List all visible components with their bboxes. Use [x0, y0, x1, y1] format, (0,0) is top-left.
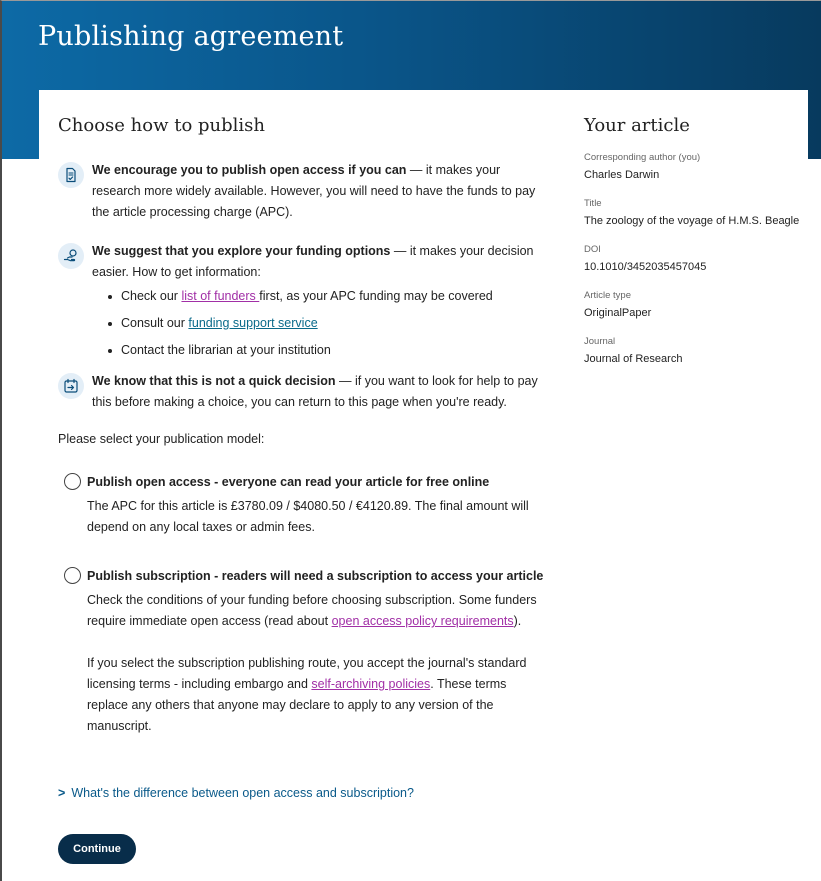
- info-block-open-access: We encourage you to publish open access …: [58, 160, 538, 223]
- difference-disclosure[interactable]: > What's the difference between open acce…: [58, 786, 414, 800]
- meta-value: Journal of Research: [584, 353, 683, 365]
- meta-label: DOI: [584, 244, 601, 255]
- info-bold: We encourage you to publish open access …: [92, 163, 407, 177]
- funding-options-list: Check our list of funders first, as your…: [92, 283, 538, 364]
- option-description: The APC for this article is £3780.09 / $…: [87, 496, 538, 538]
- list-item-text: Check our: [121, 289, 182, 303]
- meta-label: Corresponding author (you): [584, 152, 701, 163]
- list-item-text: Contact the librarian at your institutio…: [121, 343, 331, 357]
- list-item: Contact the librarian at your institutio…: [92, 337, 538, 364]
- option-body-text: The APC for this article is £3780.09 / $…: [87, 499, 529, 534]
- list-item-text: Consult our: [121, 316, 189, 330]
- list-of-funders-link[interactable]: list of funders: [181, 289, 259, 303]
- self-archiving-policies-link[interactable]: self-archiving policies: [311, 677, 430, 691]
- info-text: We suggest that you explore your funding…: [92, 241, 538, 364]
- meta-value: OriginalPaper: [584, 307, 652, 319]
- sidebar-heading: Your article: [584, 115, 690, 136]
- info-text: We encourage you to publish open access …: [92, 160, 538, 223]
- meta-article-type: Article type OriginalPaper: [584, 289, 804, 321]
- info-bold: We know that this is not a quick decisio…: [92, 374, 336, 388]
- meta-label: Article type: [584, 290, 631, 301]
- option-description: Check the conditions of your funding bef…: [87, 590, 538, 737]
- option-title[interactable]: Publish subscription - readers will need…: [87, 566, 543, 586]
- section-heading: Choose how to publish: [58, 115, 265, 136]
- meta-value: 10.1010/3452035457045: [584, 261, 707, 273]
- meta-journal: Journal Journal of Research: [584, 335, 804, 367]
- funding-support-service-link[interactable]: funding support service: [188, 316, 317, 330]
- list-item: Consult our funding support service: [92, 310, 538, 337]
- option-body-text: If you select the subscription publishin…: [87, 653, 538, 737]
- continue-button[interactable]: Continue: [58, 834, 136, 864]
- subscription-radio[interactable]: [64, 567, 81, 584]
- info-block-decision: We know that this is not a quick decisio…: [58, 371, 538, 413]
- publication-model-prompt: Please select your publication model:: [58, 432, 265, 446]
- info-text: We know that this is not a quick decisio…: [92, 371, 538, 413]
- meta-value: The zoology of the voyage of H.M.S. Beag…: [584, 215, 800, 227]
- meta-label: Title: [584, 198, 602, 209]
- list-item: Check our list of funders first, as your…: [92, 283, 538, 310]
- open-access-policy-link[interactable]: open access policy requirements: [332, 614, 514, 628]
- info-block-funding: We suggest that you explore your funding…: [58, 241, 538, 364]
- page-title: Publishing agreement: [38, 21, 344, 52]
- disclosure-label[interactable]: What's the difference between open acces…: [71, 786, 414, 800]
- option-title[interactable]: Publish open access - everyone can read …: [87, 472, 538, 492]
- option-body-text: Check the conditions of your funding bef…: [87, 590, 538, 632]
- info-bold: We suggest that you explore your funding…: [92, 244, 391, 258]
- meta-value: Charles Darwin: [584, 169, 660, 181]
- hand-coin-icon: [58, 243, 84, 269]
- list-item-text: first, as your APC funding may be covere…: [259, 289, 493, 303]
- content-card: Choose how to publish We encourage you t…: [39, 90, 808, 881]
- meta-doi: DOI 10.1010/3452035457045: [584, 243, 804, 275]
- meta-title: Title The zoology of the voyage of H.M.S…: [584, 197, 804, 229]
- publishing-agreement-page: Publishing agreement Choose how to publi…: [0, 0, 821, 881]
- body-text: ).: [513, 614, 522, 628]
- option-open-access[interactable]: Publish open access - everyone can read …: [64, 472, 538, 538]
- meta-corresponding-author: Corresponding author (you) Charles Darwi…: [584, 151, 804, 183]
- calendar-arrow-icon: [58, 373, 84, 399]
- document-check-icon: [58, 162, 84, 188]
- open-access-radio[interactable]: [64, 473, 81, 490]
- chevron-right-icon: >: [58, 786, 66, 800]
- option-subscription[interactable]: Publish subscription - readers will need…: [64, 566, 543, 737]
- meta-label: Journal: [584, 336, 616, 347]
